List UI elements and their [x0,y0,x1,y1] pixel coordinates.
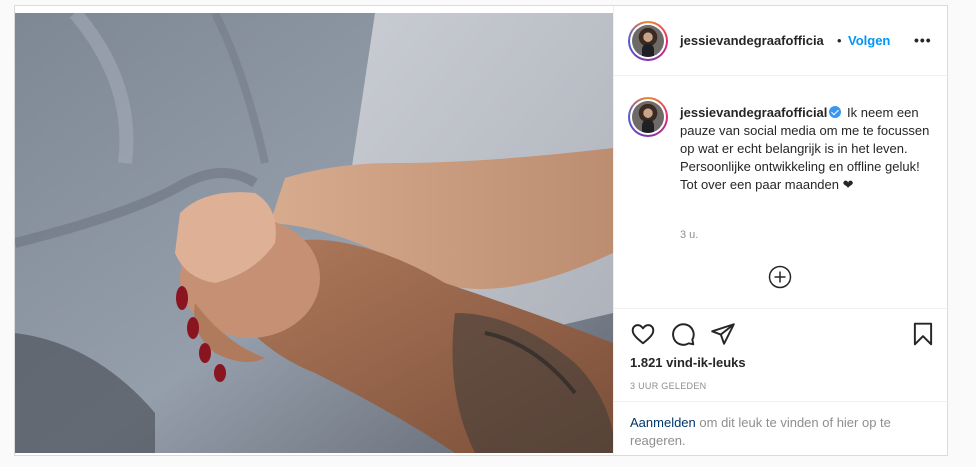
author-avatar[interactable] [628,21,668,61]
share-icon[interactable] [710,321,736,347]
caption-section: jessievandegraafofficial Ik neem een pau… [614,77,949,307]
post-header: jessievandegraafofficia • Volgen ••• [614,6,949,76]
login-prompt: Aanmelden om dit leuk te vinden of hier … [614,401,949,456]
post-sidebar: jessievandegraafofficia • Volgen ••• jes… [613,6,949,455]
load-more-comments-icon[interactable] [768,265,792,289]
instagram-post: jessievandegraafofficia • Volgen ••• jes… [14,5,949,456]
more-options-icon[interactable]: ••• [914,32,932,48]
caption-username[interactable]: jessievandegraafofficial [680,105,827,120]
author-username[interactable]: jessievandegraafofficia [680,33,824,48]
actions-section: 1.821 vind-ik-leuks 3 UUR GELEDEN Aanmel… [614,308,949,455]
hands-photo [15,13,613,453]
caption-avatar[interactable] [628,97,668,137]
comment-icon[interactable] [670,321,696,347]
post-timestamp[interactable]: 3 UUR GELEDEN [630,381,706,391]
likes-count[interactable]: 1.821 vind-ik-leuks [630,355,746,370]
avatar-image [632,101,664,133]
follow-button[interactable]: Volgen [848,33,890,48]
verified-badge-icon [829,106,842,118]
login-link[interactable]: Aanmelden [630,415,696,430]
separator-dot: • [837,33,842,48]
heart-icon[interactable] [630,321,656,347]
caption-text: jessievandegraafofficial Ik neem een pau… [680,104,930,194]
caption-time: 3 u. [680,229,699,241]
bookmark-icon[interactable] [910,321,936,347]
post-image[interactable] [15,13,613,453]
avatar-image [632,25,664,57]
login-text: Aanmelden om dit leuk te vinden of hier … [630,414,930,450]
